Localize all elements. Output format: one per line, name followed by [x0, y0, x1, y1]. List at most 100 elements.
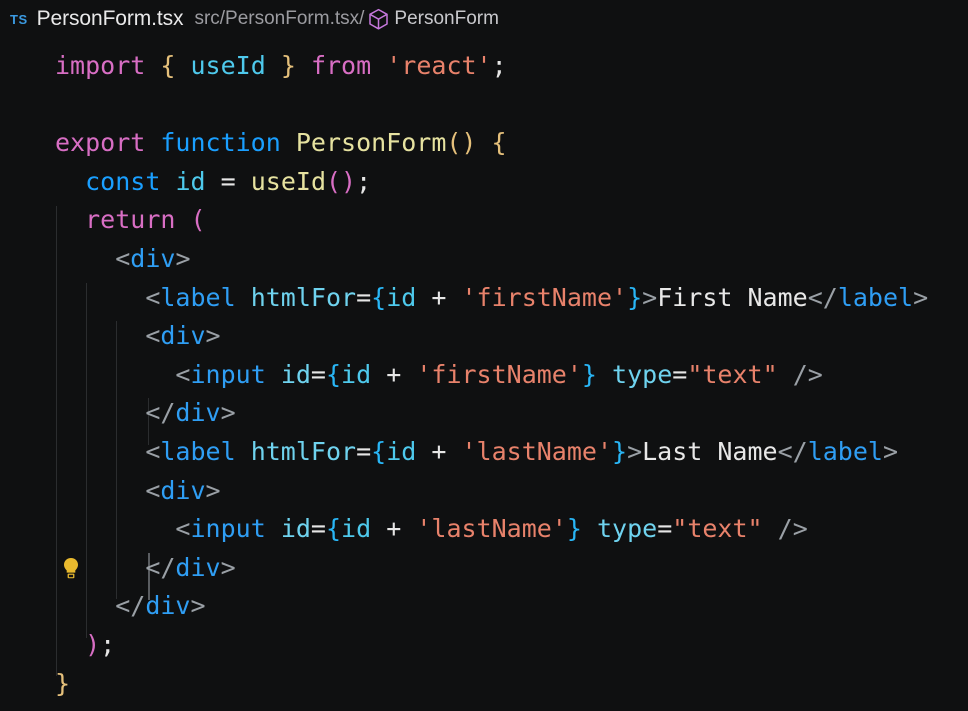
code-line[interactable]: <input id={id + 'firstName'} type="text"… [0, 356, 968, 395]
code-token: ( [190, 205, 206, 235]
code-token: "text" [687, 359, 778, 389]
code-line[interactable]: } [0, 665, 968, 704]
code-token: { [371, 436, 387, 466]
code-line[interactable]: <div> [0, 472, 968, 511]
code-token: div [160, 475, 206, 505]
code-token: { [371, 282, 387, 312]
code-token: > [205, 475, 221, 505]
code-token: () [326, 166, 357, 196]
code-token: htmlFor [250, 436, 357, 466]
code-line[interactable] [0, 86, 968, 125]
code-token: () [446, 128, 477, 158]
code-token: /> [792, 359, 823, 389]
code-token: } [612, 436, 628, 466]
code-token: > [220, 398, 236, 428]
code-token: Last Name [642, 436, 778, 466]
code-token: 'react' [386, 51, 492, 80]
code-token: id [341, 359, 372, 389]
code-token: label [807, 436, 883, 466]
code-token: id [386, 282, 417, 312]
code-token: < [145, 321, 161, 351]
code-token: { [160, 51, 176, 80]
code-token: > [190, 591, 206, 621]
code-token: label [837, 282, 914, 312]
breadcrumb-symbol-name[interactable]: PersonForm [394, 8, 499, 30]
code-token: </ [777, 436, 808, 466]
code-token: PersonForm [295, 128, 447, 158]
code-line[interactable]: <label htmlFor={id + 'firstName'}>First … [0, 279, 968, 318]
code-line[interactable]: ); [0, 626, 968, 665]
code-token: = [657, 514, 673, 544]
code-token: /> [777, 514, 808, 544]
code-token: const [85, 166, 161, 196]
lightbulb-icon[interactable] [59, 555, 83, 581]
code-token: = [356, 282, 372, 312]
code-token: input [190, 514, 266, 544]
breadcrumb-file-name[interactable]: PersonForm.tsx [37, 7, 184, 31]
code-line[interactable]: export function PersonForm() { [0, 124, 968, 163]
code-line[interactable]: const id = useId(); [0, 163, 968, 202]
code-token: = [672, 359, 688, 389]
code-token: } [280, 51, 296, 80]
code-editor[interactable]: import { useId } from 'react'; export fu… [0, 38, 968, 711]
code-token: First Name [657, 282, 808, 312]
code-token: input [190, 359, 266, 389]
code-token: } [566, 514, 582, 544]
code-line[interactable]: <label htmlFor={id + 'lastName'}>Last Na… [0, 433, 968, 472]
code-token: { [491, 128, 507, 158]
code-token: label [160, 282, 236, 312]
code-token: 'lastName' [461, 436, 612, 466]
code-line[interactable]: <div> [0, 317, 968, 356]
code-token: < [175, 359, 191, 389]
breadcrumb-path[interactable]: src/PersonForm.tsx/ [194, 8, 364, 30]
code-line[interactable]: </div> [0, 549, 968, 588]
code-token: useId [190, 51, 266, 80]
code-token: < [145, 436, 161, 466]
code-token: = [310, 359, 326, 389]
code-line[interactable]: import { useId } from 'react'; [0, 47, 968, 86]
code-line[interactable]: <div> [0, 240, 968, 279]
code-line[interactable]: return ( [0, 201, 968, 240]
code-token: "text" [672, 514, 763, 544]
code-token: + [386, 514, 402, 544]
code-token: div [175, 398, 221, 428]
breadcrumb: TS PersonForm.tsx src/PersonForm.tsx/ Pe… [0, 0, 968, 38]
code-line[interactable]: </div> [0, 394, 968, 433]
code-token: </ [807, 282, 838, 312]
code-token: ) [85, 629, 101, 659]
code-token: > [882, 436, 899, 466]
code-line[interactable]: <input id={id + 'lastName'} type="text" … [0, 510, 968, 549]
code-token: 'lastName' [416, 514, 567, 544]
code-token: = [356, 436, 372, 466]
code-token: < [115, 243, 131, 273]
code-token: id [175, 166, 206, 196]
code-token: ; [100, 629, 116, 659]
code-lines[interactable]: import { useId } from 'react'; export fu… [0, 38, 968, 703]
code-token: < [175, 514, 191, 544]
code-line[interactable]: </div> [0, 587, 968, 626]
code-token: { [325, 514, 342, 544]
code-token: function [160, 128, 281, 158]
